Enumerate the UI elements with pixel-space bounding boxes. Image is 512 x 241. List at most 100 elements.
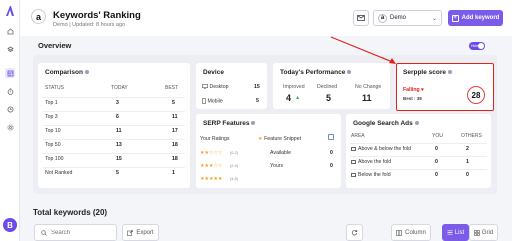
- col-others: OTHERS: [461, 133, 482, 139]
- ad-icon: [351, 146, 356, 151]
- timer-icon[interactable]: [5, 86, 15, 96]
- device-title: Device: [203, 69, 224, 76]
- serp-feature-value: 0: [330, 163, 333, 169]
- chevron-down-icon: ⌄: [431, 15, 437, 22]
- page-subtitle: Demo | Updated: 8 hours ago: [53, 22, 126, 28]
- star-rating: ★★★☆☆: [200, 163, 223, 169]
- performance-card: Today's Performance Improved 4 ▲ Decline…: [273, 63, 390, 109]
- ad-icon: [351, 172, 356, 177]
- ad-area: Above the fold: [351, 159, 391, 165]
- overview-toggle[interactable]: Hide: [469, 42, 485, 50]
- columns-icon: [396, 229, 402, 236]
- serpple-status-text: Falling: [403, 87, 420, 93]
- settings-icon[interactable]: [5, 122, 15, 132]
- desktop-label: Desktop: [209, 84, 229, 90]
- rating-range: (0-2): [230, 151, 239, 155]
- comparison-today: 13: [116, 142, 122, 148]
- serp-features-title: SERP Features: [203, 120, 250, 127]
- comparison-today: 5: [116, 170, 119, 176]
- star-rating: ★★☆☆☆: [200, 150, 223, 156]
- arrow-up-icon: ▲: [295, 95, 301, 101]
- search-input[interactable]: [51, 229, 111, 236]
- app-logo-icon[interactable]: [5, 5, 15, 17]
- ad-you: 0: [435, 146, 438, 152]
- comparison-best: 17: [172, 128, 178, 134]
- ad-others: 1: [466, 159, 469, 165]
- performance-title: Today's Performance: [280, 69, 346, 76]
- improved-label: Improved: [283, 84, 305, 90]
- serp-features-card: SERP Features Your Ratings ★ Feature Sni…: [196, 114, 341, 188]
- mobile-label: Mobile: [207, 98, 223, 105]
- info-icon[interactable]: [448, 70, 452, 75]
- device-card: Device Desktop 15 Mobile 5: [196, 63, 267, 109]
- snippet-header: ★ Feature Snippet: [258, 136, 301, 142]
- plus-icon: +: [451, 14, 459, 22]
- col-status: STATUS: [45, 85, 64, 91]
- col-you: YOU: [432, 133, 443, 139]
- declined-label: Declined: [317, 84, 338, 90]
- list-label: List: [454, 229, 465, 236]
- info-icon[interactable]: [84, 70, 89, 75]
- declined-value: 5: [326, 93, 332, 103]
- comparison-today: 3: [116, 100, 119, 106]
- comparison-card: Comparison STATUS TODAY BEST Top 1 3 5 Top …: [38, 63, 190, 188]
- search-box[interactable]: [34, 224, 117, 241]
- serp-feature-value: 0: [330, 150, 333, 156]
- star-icon: ★: [258, 136, 263, 142]
- list-view-button[interactable]: List: [442, 224, 469, 241]
- col-today: TODAY: [111, 85, 128, 91]
- export-button[interactable]: Export: [122, 224, 159, 241]
- row-divider: [43, 167, 185, 168]
- falling-arrow-icon: ▾: [421, 87, 424, 93]
- comparison-status: Not Ranked: [45, 170, 73, 176]
- ratings-header: Your Ratings: [200, 136, 230, 142]
- grid-label: Grid: [481, 229, 494, 236]
- google-ads-card: Google Search Ads AREA YOU OTHERS Above …: [346, 114, 491, 188]
- add-keyword-button[interactable]: + Add keyword: [448, 10, 503, 26]
- comparison-today: 15: [116, 156, 122, 162]
- row-divider: [43, 125, 185, 126]
- row-divider: [350, 169, 487, 170]
- export-icon: [127, 229, 134, 236]
- row-divider: [43, 111, 185, 112]
- mobile-value: 5: [256, 98, 259, 104]
- ad-others: 2: [466, 146, 469, 152]
- refresh-icon: [351, 229, 358, 236]
- project-select[interactable]: a Demo ⌄: [373, 10, 442, 26]
- layers-icon[interactable]: [5, 44, 15, 54]
- ad-you: 0: [435, 172, 438, 178]
- column-button[interactable]: Column: [391, 224, 431, 241]
- no-change-value: 11: [362, 93, 372, 103]
- column-label: Column: [405, 229, 426, 236]
- serpple-status: Falling ▾: [403, 87, 424, 93]
- info-icon[interactable]: [414, 121, 419, 126]
- user-avatar[interactable]: B: [3, 218, 17, 232]
- comparison-status: Top 100: [45, 156, 64, 162]
- clock-icon[interactable]: [5, 104, 15, 114]
- ad-area-label: Above the fold: [358, 159, 392, 165]
- comparison-today: 6: [116, 114, 119, 120]
- rank-tracker-icon[interactable]: [5, 68, 15, 78]
- star-rating: ★★★★★: [200, 176, 223, 182]
- row-divider: [350, 156, 487, 157]
- info-icon[interactable]: [251, 121, 256, 126]
- serp-feature-label: Available: [270, 150, 291, 156]
- ads-title: Google Search Ads: [353, 120, 413, 127]
- comparison-best: 18: [172, 156, 178, 162]
- serpple-score-card: Serpple score Falling ▾ Best : 38 28: [396, 63, 494, 111]
- desktop-value: 15: [254, 84, 260, 90]
- refresh-button[interactable]: [346, 224, 363, 241]
- grid-view-button[interactable]: Grid: [469, 224, 498, 241]
- comparison-status: Top 1: [45, 100, 58, 106]
- comparison-best: 1: [172, 170, 175, 176]
- sidebar-rail: B: [0, 0, 20, 241]
- mail-button[interactable]: [353, 10, 369, 26]
- ad-area: Above & below the fold: [351, 146, 411, 152]
- comparison-best: 18: [172, 142, 178, 148]
- add-keyword-label: Add keyword: [461, 15, 500, 21]
- desktop-row: Desktop: [202, 84, 228, 90]
- dashboard-icon[interactable]: [5, 26, 15, 36]
- rating-range: (4-5): [230, 177, 239, 181]
- search-icon: [41, 229, 47, 236]
- info-icon[interactable]: [347, 70, 352, 75]
